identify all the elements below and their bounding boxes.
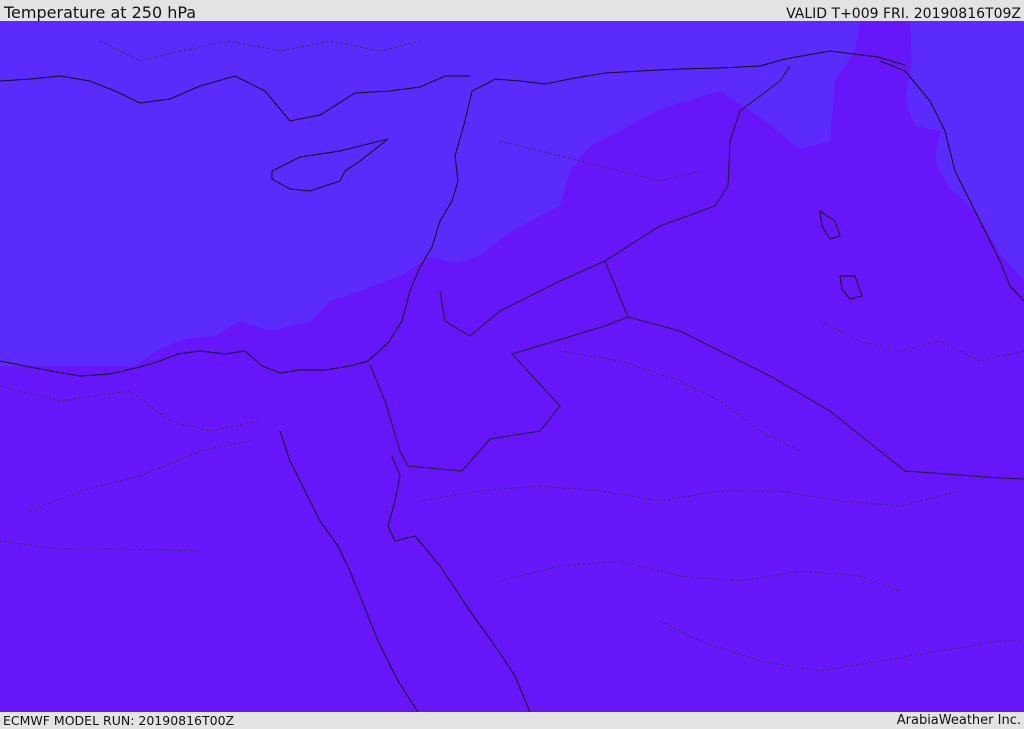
- model-run-label: ECMWF MODEL RUN: 20190816T00Z: [3, 713, 235, 728]
- weather-map-frame: Temperature at 250 hPa VALID T+009 FRI. …: [0, 0, 1024, 729]
- map-canvas[interactable]: [0, 21, 1024, 712]
- credit-label: ArabiaWeather Inc.: [896, 713, 1021, 728]
- footer-bar: ECMWF MODEL RUN: 20190816T00Z ArabiaWeat…: [0, 712, 1024, 729]
- map-title: Temperature at 250 hPa: [4, 3, 197, 22]
- header-bar: Temperature at 250 hPa VALID T+009 FRI. …: [0, 0, 1024, 22]
